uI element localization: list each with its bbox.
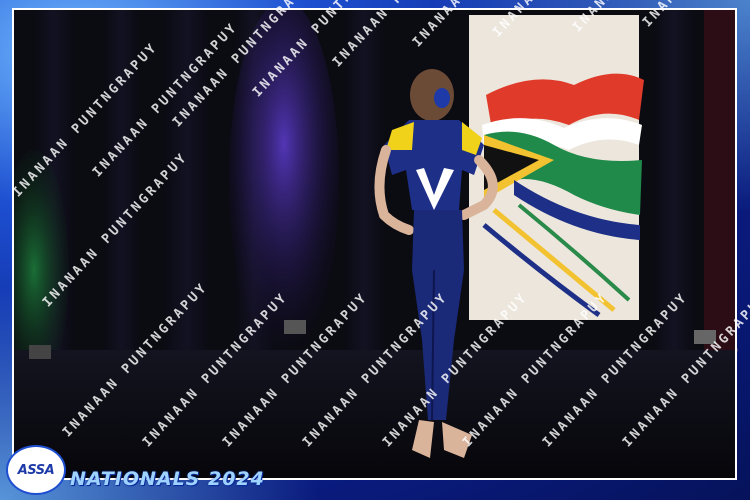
stage-light-fixture [284,320,306,334]
red-curtain [704,10,735,355]
event-title: NATIONALS 2024 [70,468,265,490]
logo-text: ASSA [17,462,55,478]
flag-banner [469,15,644,320]
photo-frame: INANAAN PUNTNGRAPUY INANAAN PUNTNGRAPUY IN… [0,0,750,500]
assa-logo: ASSA [6,445,66,495]
